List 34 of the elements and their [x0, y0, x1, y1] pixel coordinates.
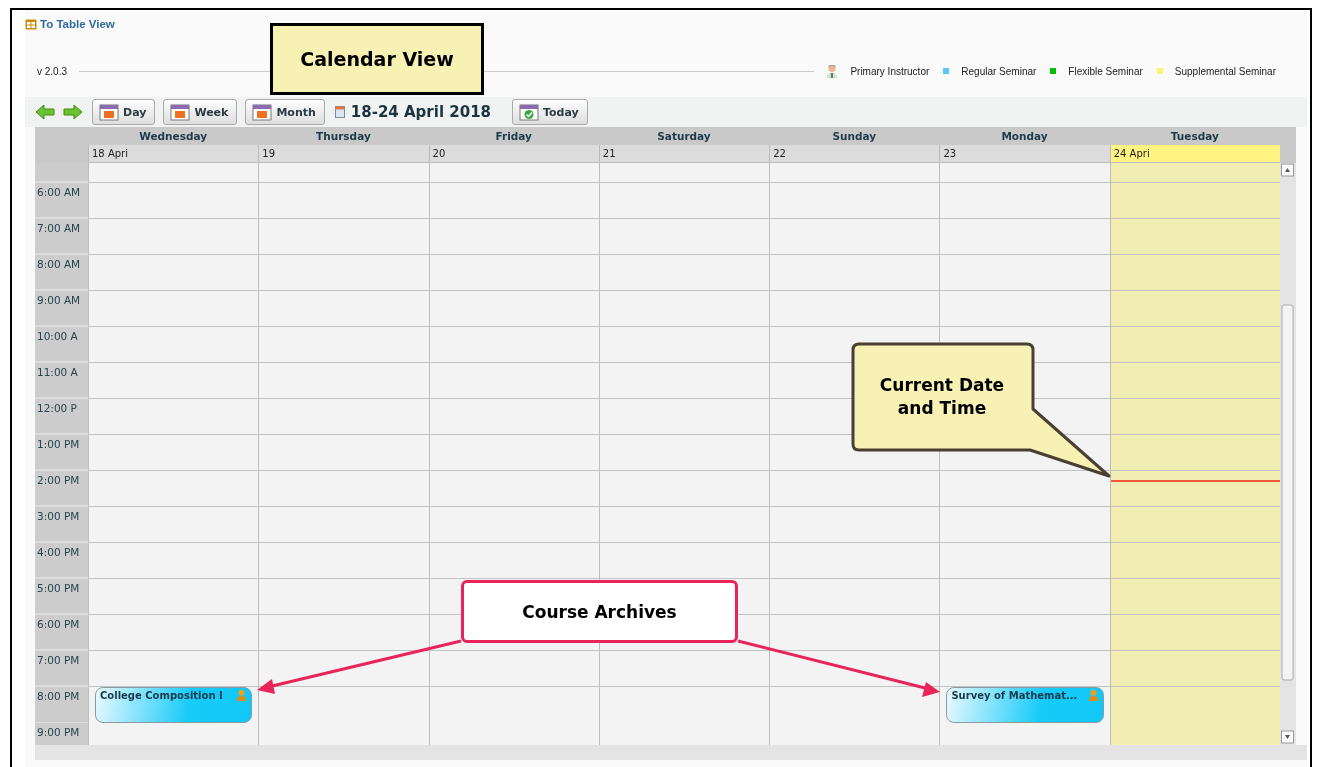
time-label: 7:00 PM: [35, 651, 88, 687]
time-label: 5:00 PM: [35, 579, 88, 615]
time-label: 8:00 PM: [35, 687, 88, 724]
time-label: 2:00 PM: [35, 471, 88, 507]
time-label: 6:00 AM: [35, 183, 88, 219]
date-range-title: 18-24 April 2018: [350, 103, 491, 121]
time-label: 9:00 AM: [35, 291, 88, 327]
time-label: 11:00 A: [35, 363, 88, 399]
callout-label: Current Date and Time: [878, 374, 1006, 420]
version-text: v 2.0.3: [37, 65, 69, 77]
day-name: Thursday: [315, 129, 372, 144]
day-name: Tuesday: [1169, 129, 1220, 144]
course-archives-tooltip: Course Archives: [461, 580, 738, 643]
event-title: College Composition I: [100, 690, 223, 701]
time-label: 9:00 PM: [35, 723, 88, 745]
calendar-view-tooltip: Calendar View: [270, 23, 484, 95]
time-label: 6:00 PM: [35, 615, 88, 651]
day-name: Monday: [1000, 129, 1049, 144]
day-name: Sunday: [831, 129, 878, 144]
day-name: Saturday: [656, 129, 712, 144]
legend-label: Flexible Seminar: [1068, 65, 1143, 77]
day-name: Wednesday: [138, 129, 209, 144]
time-label: 8:00 AM: [35, 255, 88, 291]
event-title: Survey of Mathemat...: [951, 690, 1078, 701]
time-label: 4:00 PM: [35, 543, 88, 579]
day-name: Friday: [494, 129, 533, 144]
time-label: 1:00 PM: [35, 435, 88, 471]
legend-label: Supplemental Seminar: [1174, 65, 1276, 77]
legend-label: Regular Seminar: [961, 65, 1037, 77]
legend-label: Primary Instructor: [850, 65, 930, 77]
time-label: 7:00 AM: [35, 219, 88, 255]
time-label: 12:00 P: [35, 399, 88, 435]
time-label: 10:00 A: [35, 327, 88, 363]
time-label: 3:00 PM: [35, 507, 88, 543]
